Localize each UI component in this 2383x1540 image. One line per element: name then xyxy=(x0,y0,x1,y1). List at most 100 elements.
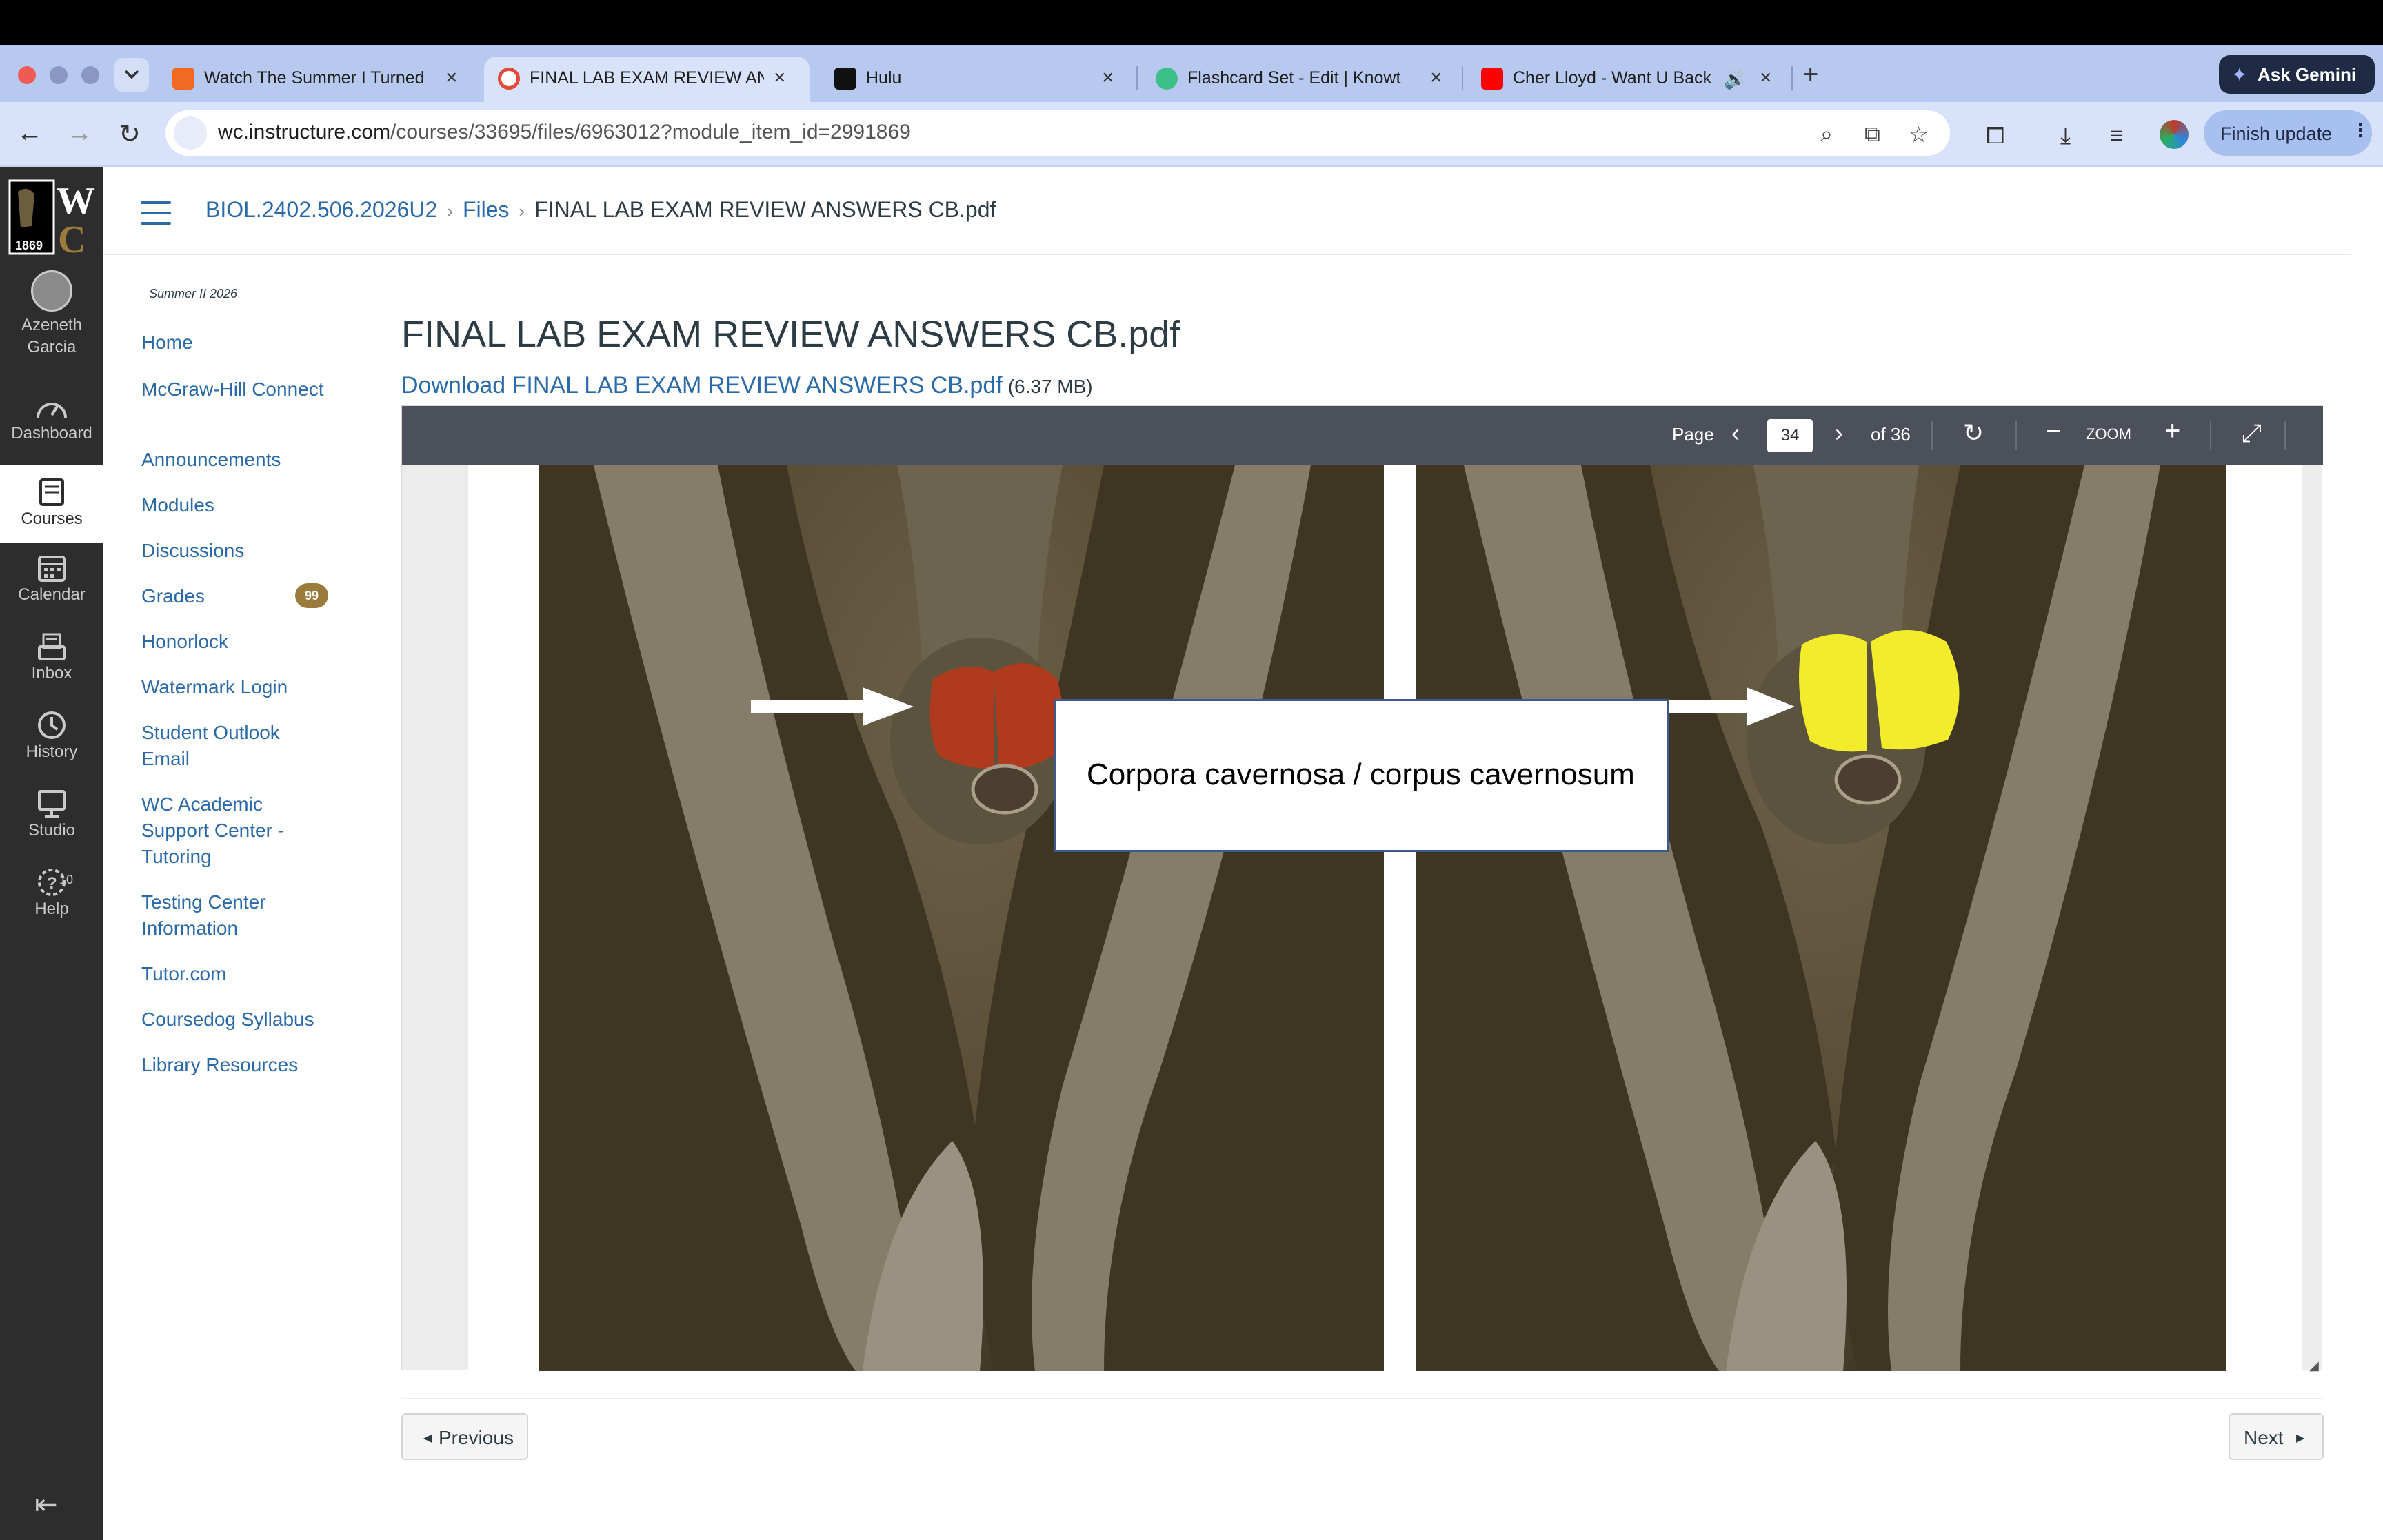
browser-toolbar: ← → ↻ wc.instructure.com/courses/33695/f… xyxy=(0,102,2383,167)
forward-arrow-icon[interactable]: → xyxy=(66,119,92,148)
close-icon[interactable]: × xyxy=(1102,66,1114,90)
close-icon[interactable]: × xyxy=(1430,66,1442,90)
profile-avatar-icon[interactable] xyxy=(2160,120,2189,149)
tab-4[interactable]: Cher Lloyd - Want U Back 🔊 × xyxy=(1467,57,1791,102)
dashboard-icon xyxy=(37,403,67,418)
course-nav-tutor-com[interactable]: Tutor.com xyxy=(141,961,334,987)
breadcrumb-current: FINAL LAB EXAM REVIEW ANSWERS CB.pdf xyxy=(534,197,996,222)
download-icon[interactable]: ⤓ xyxy=(2060,123,2071,150)
structure-label-text: Corpora cavernosa / corpus cavernosum xyxy=(1087,758,1635,791)
caret-left-icon: ◀ xyxy=(423,1432,432,1444)
site-info-icon[interactable] xyxy=(174,116,207,150)
gnav-dashboard-label: Dashboard xyxy=(11,424,92,443)
gnav-help[interactable]: ? 10 Help xyxy=(0,867,103,936)
course-nav-honorlock[interactable]: Honorlock xyxy=(141,629,334,655)
extensions-puzzle-icon[interactable]: ⧠ xyxy=(1986,123,2004,150)
screen: Watch The Summer I Turned I × FINAL LAB … xyxy=(0,0,2383,1540)
tab-search-button[interactable] xyxy=(114,58,149,92)
inbox-icon xyxy=(38,633,66,660)
new-tab-plus-icon[interactable]: + xyxy=(1802,59,1818,90)
hulu-favicon-icon xyxy=(834,68,856,90)
chevron-right-icon: › xyxy=(519,201,525,221)
page-number-input[interactable]: 34 xyxy=(1767,419,1813,452)
course-nav-testing-center[interactable]: Testing Center Information xyxy=(141,889,307,942)
course-nav-discussions[interactable]: Discussions xyxy=(141,538,334,564)
previous-page-icon[interactable]: ‹ xyxy=(1731,418,1740,447)
close-icon[interactable]: × xyxy=(445,66,458,90)
course-nav-tutoring[interactable]: WC Academic Support Center - Tutoring xyxy=(141,791,307,870)
tab-1[interactable]: FINAL LAB EXAM REVIEW AN × xyxy=(484,57,810,102)
back-arrow-icon[interactable]: ← xyxy=(17,119,43,148)
rotate-icon[interactable]: ↻ xyxy=(1963,418,1984,447)
gnav-calendar[interactable]: Calendar xyxy=(0,553,103,622)
tab-title: Cher Lloyd - Want U Back xyxy=(1513,68,1712,88)
course-term: Summer II 2026 xyxy=(149,287,238,301)
structure-label-box: Corpora cavernosa / corpus cavernosum xyxy=(1054,699,1669,852)
url-text[interactable]: wc.instructure.com/courses/33695/files/6… xyxy=(218,121,911,144)
global-navigation: W C 1869 Azeneth Garcia Dashboard Course… xyxy=(0,167,103,1540)
course-nav-mcgraw-hill[interactable]: McGraw-Hill Connect xyxy=(141,376,334,403)
previous-button[interactable]: ◀ Previous xyxy=(401,1413,528,1460)
wc-logo[interactable]: W C 1869 xyxy=(7,178,95,261)
bookmark-star-icon[interactable]: ☆ xyxy=(1909,121,1929,148)
tab-0[interactable]: Watch The Summer I Turned I × xyxy=(159,57,473,102)
toolbar-separator xyxy=(2284,421,2286,450)
close-icon[interactable]: × xyxy=(774,66,786,90)
reload-icon[interactable]: ↻ xyxy=(119,119,141,150)
fullscreen-icon[interactable]: ⤢ xyxy=(2242,418,2262,448)
course-nav-syllabus[interactable]: Coursedog Syllabus xyxy=(141,1006,334,1033)
course-nav-library[interactable]: Library Resources xyxy=(141,1052,334,1078)
previous-label: Previous xyxy=(439,1427,514,1448)
gnav-courses[interactable]: Courses xyxy=(0,465,103,543)
file-size: (6.37 MB) xyxy=(1007,376,1093,397)
kebab-menu-icon[interactable]: ⋮ xyxy=(2351,120,2370,141)
gnav-account[interactable]: Azeneth Garcia xyxy=(0,270,103,356)
media-queue-icon[interactable]: ≡ xyxy=(2110,123,2124,150)
install-app-icon[interactable]: ⧉ xyxy=(1864,121,1880,148)
gnav-history[interactable]: History xyxy=(0,710,103,779)
breadcrumb-files-link[interactable]: Files xyxy=(463,197,510,222)
ask-gemini-button[interactable]: ✦ Ask Gemini xyxy=(2219,55,2375,94)
calendar-icon xyxy=(38,556,66,582)
toolbar-separator xyxy=(1931,421,1933,450)
youtube-favicon-icon xyxy=(1481,68,1503,90)
course-nav-outlook[interactable]: Student Outlook Email xyxy=(141,720,307,772)
next-button[interactable]: Next ▶ xyxy=(2229,1413,2324,1460)
collapse-nav-icon[interactable]: ⇤ xyxy=(34,1489,58,1521)
gnav-calendar-label: Calendar xyxy=(18,585,86,604)
course-nav-home[interactable]: Home xyxy=(141,330,334,356)
browser-tab-strip: Watch The Summer I Turned I × FINAL LAB … xyxy=(0,45,2383,102)
chevron-down-icon xyxy=(124,70,139,79)
hamburger-menu-icon[interactable] xyxy=(141,201,171,232)
tab-title: Flashcard Set - Edit | Knowt xyxy=(1187,68,1401,88)
tab-separator xyxy=(1791,66,1793,90)
tab-3[interactable]: Flashcard Set - Edit | Knowt × xyxy=(1142,57,1456,102)
course-nav-watermark[interactable]: Watermark Login xyxy=(141,674,334,700)
finish-update-button[interactable]: Finish update ⋮ xyxy=(2204,110,2372,156)
zoom-window-button[interactable] xyxy=(81,66,99,84)
zoom-in-icon[interactable]: + xyxy=(2164,416,2180,447)
gnav-inbox[interactable]: Inbox xyxy=(0,631,103,700)
speaker-icon[interactable]: 🔊 xyxy=(1724,69,1746,90)
gnav-help-label: Help xyxy=(34,900,69,918)
course-nav-modules[interactable]: Modules xyxy=(141,492,334,518)
gnav-dashboard[interactable]: Dashboard xyxy=(0,394,103,463)
courses-icon xyxy=(39,478,64,506)
dissection-image-left xyxy=(539,465,1384,1371)
close-window-button[interactable] xyxy=(18,66,36,84)
course-nav-announcements[interactable]: Announcements xyxy=(141,447,334,473)
download-link[interactable]: Download FINAL LAB EXAM REVIEW ANSWERS C… xyxy=(401,372,1003,398)
gnav-studio[interactable]: Studio xyxy=(0,789,103,858)
breadcrumb-course-link[interactable]: BIOL.2402.506.2026U2 xyxy=(205,197,437,222)
tab-2[interactable]: Hulu × xyxy=(821,57,1131,102)
page-title: FINAL LAB EXAM REVIEW ANSWERS CB.pdf xyxy=(401,314,1180,355)
zoom-magnifier-icon[interactable]: ⌕ xyxy=(1820,121,1833,148)
minimize-window-button[interactable] xyxy=(50,66,68,84)
resize-handle-icon[interactable]: ◢ xyxy=(2309,1359,2319,1373)
close-icon[interactable]: × xyxy=(1760,66,1772,90)
address-bar[interactable]: wc.instructure.com/courses/33695/files/6… xyxy=(165,110,1950,156)
chevron-right-icon: › xyxy=(447,201,453,221)
zoom-out-icon[interactable]: − xyxy=(2046,417,2061,447)
tab-separator xyxy=(1462,66,1463,90)
next-page-icon[interactable]: › xyxy=(1835,418,1843,447)
